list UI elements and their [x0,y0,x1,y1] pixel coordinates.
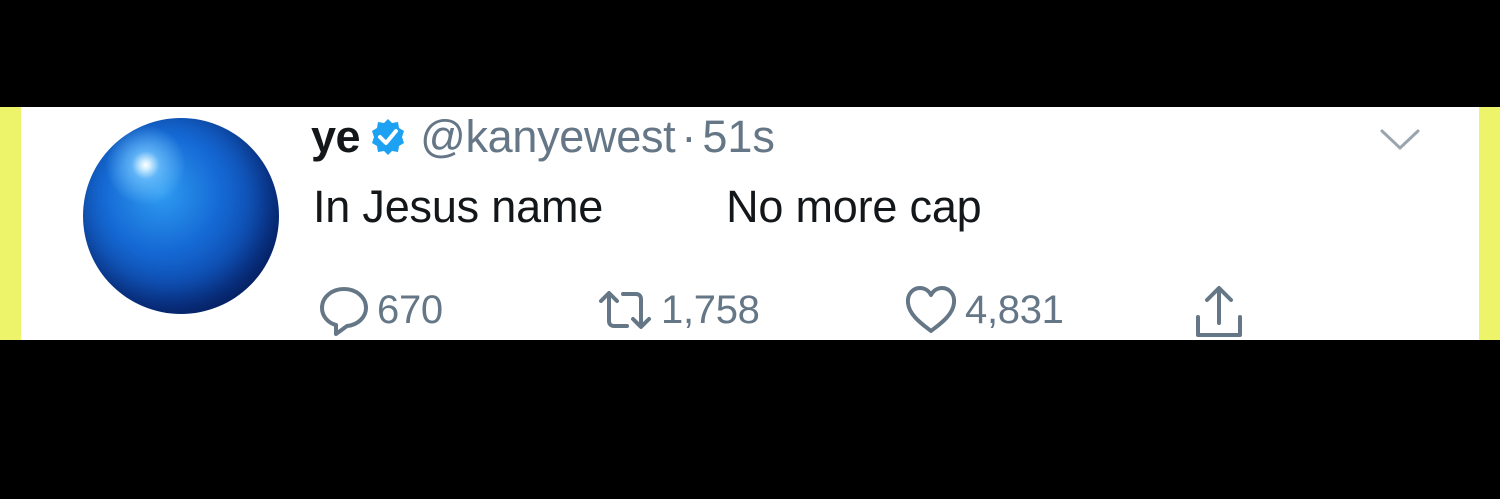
tweet-actions: 670 1,758 4,831 [317,283,1317,340]
separator-dot: · [681,111,697,162]
retweet-count: 1,758 [661,287,760,332]
timestamp[interactable]: 51s [702,111,775,163]
like-button[interactable]: 4,831 [903,283,1064,337]
verified-badge-icon [368,117,408,157]
heart-icon [903,283,959,337]
like-count: 4,831 [965,287,1064,332]
tweet-text: In Jesus name No more cap [313,181,982,232]
display-name[interactable]: ye [311,111,361,163]
share-icon [1191,283,1247,340]
retweet-icon [595,283,655,337]
avatar[interactable] [83,118,279,314]
reply-count: 670 [377,287,443,332]
reply-button[interactable]: 670 [317,283,443,337]
tweet-header: ye @kanyewest · 51s [311,107,775,167]
user-handle[interactable]: @kanyewest [420,111,676,163]
screenshot-frame: ye @kanyewest · 51s In Jesus name No mor… [0,0,1500,499]
reply-icon [317,283,371,337]
retweet-button[interactable]: 1,758 [595,283,760,337]
share-button[interactable] [1191,283,1247,340]
tweet-card[interactable]: ye @kanyewest · 51s In Jesus name No mor… [21,107,1479,340]
chevron-down-icon[interactable] [1379,127,1421,153]
